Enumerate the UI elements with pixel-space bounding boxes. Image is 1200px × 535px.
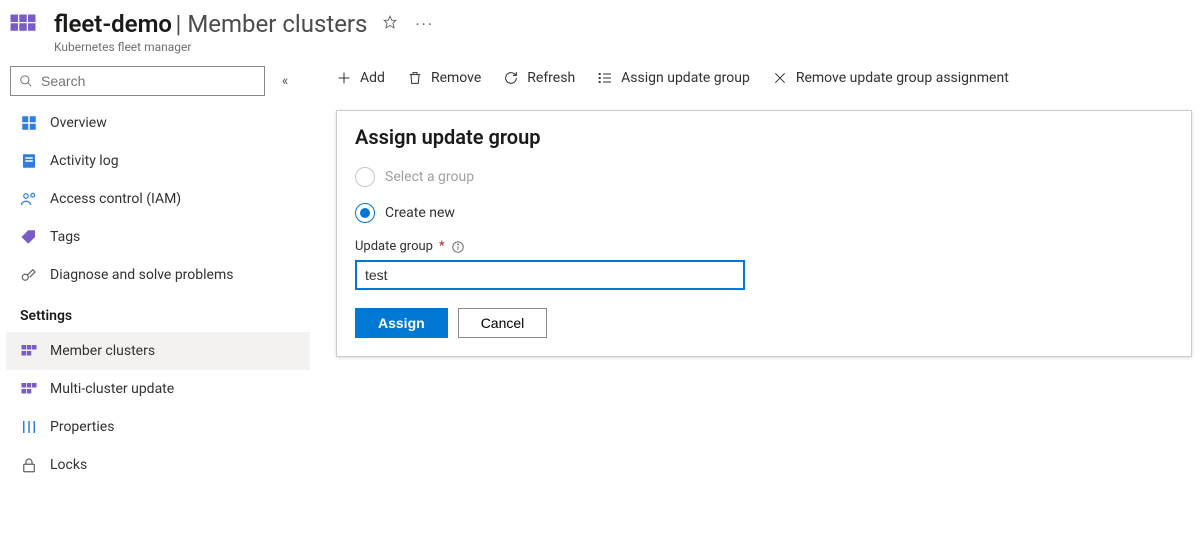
- lock-icon: [20, 456, 38, 474]
- tags-icon: [20, 228, 38, 246]
- assign-update-group-panel: Assign update group Select a group Creat…: [336, 110, 1192, 357]
- page-header: fleet-demo | Member clusters ··· Kuberne…: [0, 0, 1200, 58]
- fleet-resource-icon: [8, 12, 38, 42]
- sidebar-item-diagnose[interactable]: Diagnose and solve problems: [6, 256, 310, 294]
- cancel-button[interactable]: Cancel: [458, 308, 548, 338]
- radio-create-new-label: Create new: [385, 205, 455, 221]
- sidebar-item-label: Properties: [50, 419, 114, 435]
- service-type-label: Kubernetes fleet manager: [54, 40, 434, 54]
- title-separator: |: [176, 10, 188, 38]
- favorite-star-icon[interactable]: [383, 15, 397, 33]
- remove-assign-label: Remove update group assignment: [796, 70, 1009, 86]
- sidebar-item-label: Tags: [50, 229, 80, 245]
- panel-title: Assign update group: [355, 125, 1173, 149]
- sidebar-item-label: Access control (IAM): [50, 191, 181, 207]
- required-asterisk: *: [439, 239, 445, 254]
- sidebar-item-label: Multi-cluster update: [50, 381, 174, 397]
- refresh-label: Refresh: [527, 70, 575, 86]
- resource-name: fleet-demo: [54, 10, 172, 38]
- command-bar: Add Remove Refresh Assign update group R…: [336, 58, 1192, 98]
- sidebar-item-locks[interactable]: Locks: [6, 446, 310, 484]
- sidebar-section-settings: Settings: [6, 294, 310, 332]
- sidebar-item-access-control[interactable]: Access control (IAM): [6, 180, 310, 218]
- info-icon[interactable]: [451, 240, 465, 254]
- page-title: Member clusters: [187, 10, 367, 38]
- sidebar-item-multi-cluster-update[interactable]: Multi-cluster update: [6, 370, 310, 408]
- radio-select-group: [355, 167, 375, 187]
- log-icon: [20, 152, 38, 170]
- field-label-text: Update group: [355, 239, 433, 254]
- plus-icon: [336, 70, 352, 86]
- sidebar-item-label: Locks: [50, 457, 87, 473]
- refresh-icon: [503, 70, 519, 86]
- iam-icon: [20, 190, 38, 208]
- clusters-icon: [20, 342, 38, 360]
- add-button[interactable]: Add: [336, 58, 385, 98]
- sidebar-item-activity-log[interactable]: Activity log: [6, 142, 310, 180]
- sidebar-item-label: Overview: [50, 115, 107, 131]
- sidebar-item-overview[interactable]: Overview: [6, 104, 310, 142]
- assign-label: Assign update group: [621, 70, 750, 86]
- radio-create-new[interactable]: [355, 203, 375, 223]
- sidebar-item-label: Diagnose and solve problems: [50, 267, 233, 283]
- overview-icon: [20, 114, 38, 132]
- search-icon: [19, 74, 33, 88]
- remove-update-group-assignment-button[interactable]: Remove update group assignment: [772, 58, 1009, 98]
- remove-button[interactable]: Remove: [407, 58, 481, 98]
- add-label: Add: [360, 70, 385, 86]
- assign-update-group-button[interactable]: Assign update group: [597, 58, 750, 98]
- list-icon: [597, 70, 613, 86]
- sidebar-item-label: Member clusters: [50, 343, 155, 359]
- more-actions-icon[interactable]: ···: [415, 15, 434, 34]
- refresh-button[interactable]: Refresh: [503, 58, 575, 98]
- sidebar-item-properties[interactable]: Properties: [6, 408, 310, 446]
- collapse-sidebar-icon[interactable]: «: [273, 73, 297, 89]
- remove-label: Remove: [431, 70, 481, 86]
- diagnose-icon: [20, 266, 38, 284]
- trash-icon: [407, 70, 423, 86]
- sidebar: « Overview Activity log Access control (…: [0, 58, 310, 535]
- sidebar-search-input[interactable]: [39, 72, 256, 90]
- sidebar-item-member-clusters[interactable]: Member clusters: [6, 332, 310, 370]
- assign-button[interactable]: Assign: [355, 308, 448, 338]
- radio-option-create-new[interactable]: Create new: [355, 203, 1173, 223]
- close-icon: [772, 70, 788, 86]
- update-group-name-input[interactable]: [355, 260, 745, 290]
- properties-icon: [20, 418, 38, 436]
- update-group-field-label: Update group *: [355, 239, 1173, 254]
- clusters-icon: [20, 380, 38, 398]
- radio-select-group-label: Select a group: [385, 169, 474, 185]
- sidebar-search[interactable]: [10, 66, 265, 96]
- radio-option-select-group: Select a group: [355, 167, 1173, 187]
- sidebar-item-label: Activity log: [50, 153, 119, 169]
- sidebar-item-tags[interactable]: Tags: [6, 218, 310, 256]
